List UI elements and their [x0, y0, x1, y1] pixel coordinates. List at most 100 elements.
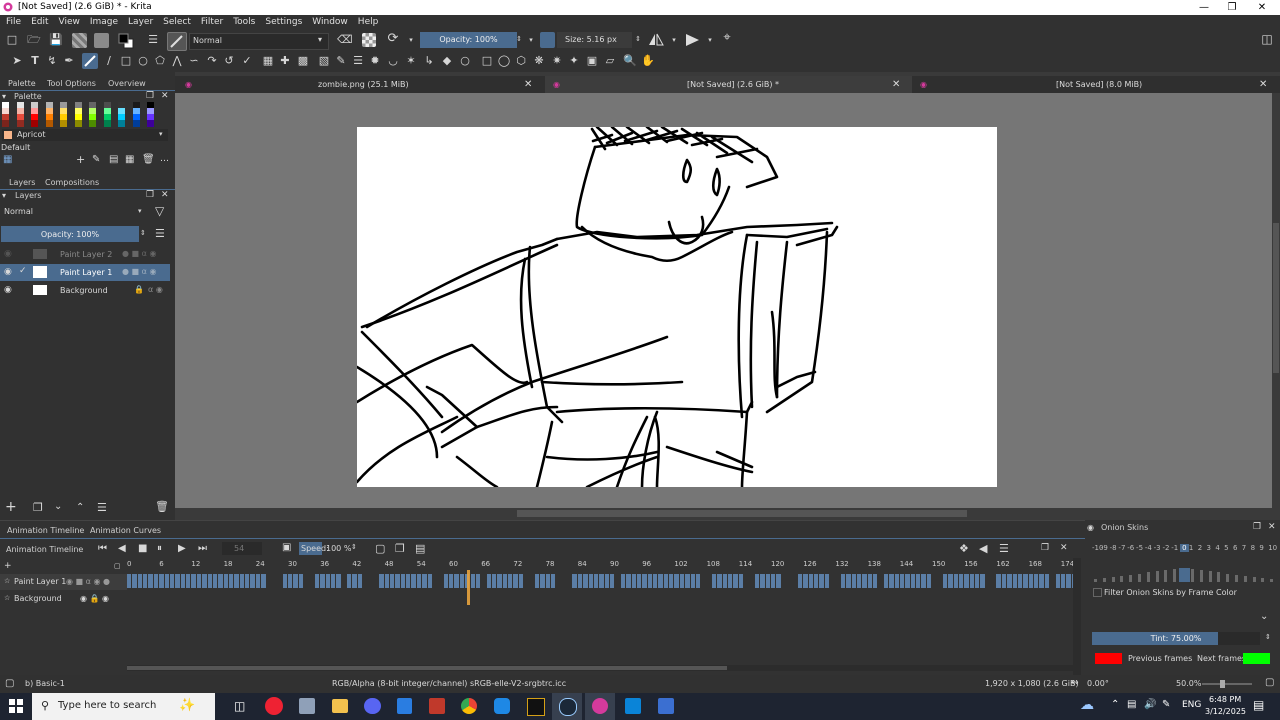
task-view-icon[interactable]: ◫: [234, 699, 245, 713]
keyframe-cell[interactable]: [958, 574, 964, 588]
keyframe-cell[interactable]: [422, 574, 427, 588]
foreground-background-color-icon[interactable]: [118, 33, 134, 49]
drop-frames-icon[interactable]: ▣: [282, 542, 291, 553]
keyframe-cell[interactable]: [261, 574, 266, 588]
brush-settings-icon[interactable]: ☰: [146, 34, 160, 46]
palette-swatch[interactable]: [118, 120, 125, 127]
vertical-scrollbar[interactable]: [1272, 93, 1280, 508]
keyframe-cell[interactable]: [470, 574, 475, 588]
mirror-horizontal-icon[interactable]: [648, 33, 664, 47]
float-docker-icon[interactable]: ❐: [1041, 543, 1049, 553]
onion-frame-number[interactable]: -1: [1171, 544, 1178, 552]
pattern-selector-icon[interactable]: [72, 33, 87, 48]
keyframe-cell[interactable]: [889, 574, 894, 588]
app-icon-store[interactable]: [625, 698, 641, 714]
keyframe-cell[interactable]: [996, 574, 1001, 588]
polygon-select-tool-icon[interactable]: ⬡: [514, 55, 528, 67]
pause-icon[interactable]: ⏸: [157, 543, 162, 554]
keyframe-cell[interactable]: [669, 574, 674, 588]
bezier-tool-icon[interactable]: ∽: [187, 55, 201, 67]
keyframe-cell[interactable]: [223, 574, 228, 588]
keyframe-cell[interactable]: [508, 574, 513, 588]
crop-tool-icon[interactable]: ▦: [261, 55, 275, 67]
keyframe-cell[interactable]: [626, 574, 631, 588]
onion-frame-number[interactable]: -8: [1110, 544, 1117, 552]
onion-opacity-bar[interactable]: [1120, 575, 1124, 582]
keyframe-cell[interactable]: [449, 574, 454, 588]
menu-image[interactable]: Image: [90, 17, 118, 27]
keyframe-cell[interactable]: [824, 574, 830, 588]
mirror-vertical-icon[interactable]: [685, 33, 701, 47]
keyframe-cell[interactable]: [175, 574, 180, 588]
dynamic-brush-tool-icon[interactable]: ↺: [222, 55, 236, 67]
palette-swatch[interactable]: [89, 120, 96, 127]
keyframe-cell[interactable]: [754, 574, 760, 588]
onion-opacity-bar[interactable]: [1094, 579, 1097, 582]
new-document-icon[interactable]: □: [5, 34, 19, 46]
palette-swatch[interactable]: [103, 120, 111, 127]
keyframe-cell[interactable]: [1028, 574, 1034, 588]
menu-filter[interactable]: Filter: [201, 17, 223, 27]
keyframe-cell[interactable]: [722, 574, 728, 588]
onion-frame-number[interactable]: -9: [1101, 544, 1108, 552]
keyframe-cell[interactable]: [180, 574, 186, 588]
next-frames-color[interactable]: [1243, 653, 1270, 664]
keyframe-cell[interactable]: [894, 574, 899, 588]
keyframe-cell[interactable]: [293, 574, 298, 588]
size-slider[interactable]: Size: 5.16 px: [557, 32, 632, 48]
chevron-up-icon[interactable]: ⌃: [1111, 699, 1119, 710]
filter-icon[interactable]: ▽: [155, 204, 164, 218]
palette-swatch[interactable]: [132, 120, 140, 127]
keyframe-cell[interactable]: [228, 574, 234, 588]
keyframe-cell[interactable]: [926, 574, 932, 588]
onion-opacity-bar[interactable]: [1234, 574, 1238, 582]
keyframe-cell[interactable]: [915, 574, 921, 588]
onion-opacity-bar[interactable]: [1243, 575, 1247, 582]
timeline-layer-row[interactable]: ☆ Paint Layer 1 ◉ ■ α ◉ ●: [0, 574, 127, 590]
palette-grid-view-icon[interactable]: ▦: [125, 154, 134, 165]
keyframe-cell[interactable]: [1060, 574, 1066, 588]
keyframe-cell[interactable]: [942, 574, 948, 588]
audio-icon[interactable]: ❖: [959, 542, 969, 555]
current-frame-field[interactable]: 54: [222, 542, 262, 555]
workspace-chooser-icon[interactable]: ◫: [1260, 33, 1274, 45]
speed-stepper-icon[interactable]: ⇕: [351, 543, 357, 551]
onion-frame-number[interactable]: 10: [1268, 544, 1277, 552]
preserve-alpha-icon[interactable]: [362, 33, 376, 47]
scrollbar-thumb[interactable]: [517, 510, 967, 517]
layer-properties-icon[interactable]: ☰: [97, 501, 107, 514]
rectangle-select-tool-icon[interactable]: □: [480, 55, 494, 67]
zoom-tool-icon[interactable]: 🔍: [623, 55, 637, 67]
color-picker-tool-icon[interactable]: ✎: [334, 55, 348, 67]
keyframe-cell[interactable]: [760, 574, 765, 588]
keyframe-cell[interactable]: [191, 574, 196, 588]
keyframe-cell[interactable]: [695, 574, 701, 588]
taskbar-search-box[interactable]: ⚲ Type here to search ✨: [32, 693, 215, 720]
keyframe-cell[interactable]: [905, 574, 910, 588]
keyframe-cell[interactable]: [658, 574, 663, 588]
keyframe-cell[interactable]: [1044, 574, 1050, 588]
keyframe-cell[interactable]: [610, 574, 615, 588]
line-tool-icon[interactable]: ∕: [102, 55, 116, 67]
keyframe-cell[interactable]: [765, 574, 771, 588]
keyframe-cell[interactable]: [416, 574, 422, 588]
onion-frame-number[interactable]: -5: [1136, 544, 1143, 552]
keyframe-cell[interactable]: [357, 574, 363, 588]
keyframe-cell[interactable]: [148, 574, 153, 588]
keyframe-cell[interactable]: [347, 574, 352, 588]
float-docker-icon[interactable]: ❐: [1253, 522, 1261, 532]
fullscreen-icon[interactable]: ▢: [1265, 677, 1274, 688]
keyframe-cell[interactable]: [132, 574, 137, 588]
keyframe-cell[interactable]: [169, 574, 175, 588]
layer-opacity-slider[interactable]: Opacity: 100%: [1, 226, 139, 242]
document-tab[interactable]: ◉ zombie.png (25.1 MiB) ✕: [175, 76, 543, 93]
pan-tool-icon[interactable]: ○: [458, 55, 472, 67]
collapse-icon[interactable]: ▾: [2, 191, 6, 200]
gradient-tool-icon[interactable]: ▧: [317, 55, 331, 67]
tab-animation-curves[interactable]: Animation Curves: [90, 526, 161, 535]
keyframe-cell[interactable]: [797, 574, 803, 588]
keyframe-cell[interactable]: [143, 574, 148, 588]
multibrush-tool-icon[interactable]: ✓: [240, 55, 254, 67]
keyframe-cell[interactable]: [330, 574, 336, 588]
timeline-horizontal-scrollbar[interactable]: [127, 665, 1077, 671]
